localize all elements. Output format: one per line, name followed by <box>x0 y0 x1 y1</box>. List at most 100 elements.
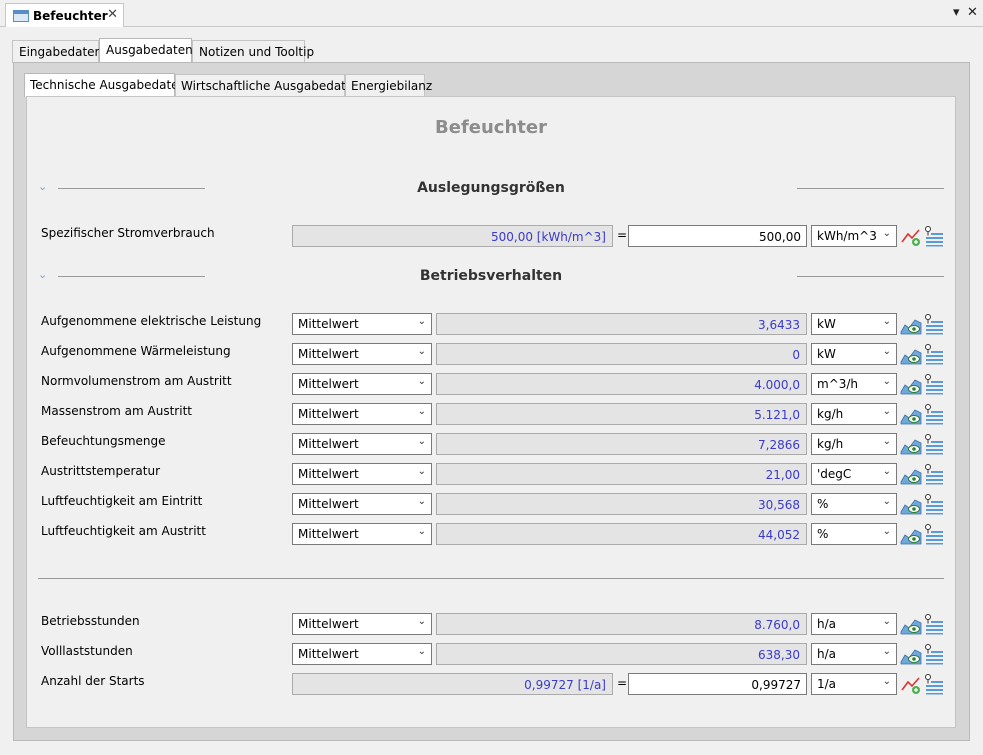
field-label: Befeuchtungsmenge <box>41 434 166 448</box>
field-label: Luftfeuchtigkeit am Eintritt <box>41 494 203 508</box>
chevron-down-icon: ⌄ <box>882 466 891 477</box>
tab-notizen-und-tooltip[interactable]: Notizen und Tooltip <box>192 40 314 63</box>
tab-ausgabedaten[interactable]: Ausgabedaten <box>99 38 193 64</box>
unit-select[interactable]: 1/a ⌄ <box>811 673 897 695</box>
mode-select[interactable]: Mittelwert ⌄ <box>292 463 432 485</box>
unit-select[interactable]: % ⌄ <box>811 493 897 515</box>
mode-select[interactable]: Mittelwert ⌄ <box>292 403 432 425</box>
unit-select[interactable]: h/a ⌄ <box>811 643 897 665</box>
computed-value: 0,99727 [1/a] <box>292 673 613 695</box>
unit-select[interactable]: kg/h ⌄ <box>811 433 897 455</box>
chevron-down-icon: ⌄ <box>882 376 891 387</box>
chart-view-icon[interactable] <box>900 433 922 455</box>
mode-select[interactable]: Mittelwert ⌄ <box>292 433 432 455</box>
computed-value: 3,6433 <box>436 313 807 335</box>
row-luftfeuchtigkeit-am-austritt: Luftfeuchtigkeit am Austritt Mittelwert ⌄ 4… <box>0 523 983 545</box>
mode-select[interactable]: Mittelwert ⌄ <box>292 343 432 365</box>
document-titlebar: Befeuchter ✕ ▾ ✕ <box>0 0 983 27</box>
chart-view-icon[interactable] <box>900 403 922 425</box>
chevron-down-icon: ⌄ <box>882 316 891 327</box>
pin-list-icon[interactable] <box>922 463 944 485</box>
chart-view-icon[interactable] <box>900 643 922 665</box>
chart-view-icon[interactable] <box>900 613 922 635</box>
pin-list-icon[interactable] <box>922 673 944 695</box>
chevron-down-icon: ⌄ <box>417 646 426 657</box>
row-austrittstemperatur: Austrittstemperatur Mittelwert ⌄ 21,00'degC… <box>0 463 983 485</box>
mode-select[interactable]: Mittelwert ⌄ <box>292 373 432 395</box>
close-window-icon[interactable]: ✕ <box>967 6 978 20</box>
mode-select-value: Mittelwert <box>298 647 359 661</box>
pin-list-icon[interactable] <box>922 493 944 515</box>
tab-technische-ausgabedaten[interactable]: Technische Ausgabedaten <box>24 73 186 97</box>
mode-select[interactable]: Mittelwert ⌄ <box>292 493 432 515</box>
pin-list-icon[interactable] <box>922 373 944 395</box>
pin-list-icon[interactable] <box>922 433 944 455</box>
document-tab-title: Befeuchter <box>33 8 108 23</box>
pin-list-icon[interactable] <box>922 613 944 635</box>
chevron-down-icon: ⌄ <box>882 616 891 627</box>
row-volllaststunden: Volllaststunden Mittelwert ⌄ 638,30 h/a ⌄ <box>0 643 983 665</box>
unit-select-value: h/a <box>817 617 837 631</box>
close-tab-icon[interactable]: ✕ <box>107 7 118 22</box>
section-auslegungsgroessen: ⌄ Auslegungsgrößen <box>26 180 956 200</box>
field-label: Austrittstemperatur <box>41 464 161 478</box>
equals-sign: = <box>617 228 628 242</box>
mode-select-value: Mittelwert <box>298 437 359 451</box>
mode-select[interactable]: Mittelwert ⌄ <box>292 613 432 635</box>
computed-value: 30,568 <box>436 493 807 515</box>
unit-select[interactable]: kg/h ⌄ <box>811 403 897 425</box>
pin-list-icon[interactable] <box>922 403 944 425</box>
chart-view-icon[interactable] <box>900 373 922 395</box>
computed-value: 4.000,0 <box>436 373 807 395</box>
chart-view-icon[interactable] <box>900 463 922 485</box>
chevron-down-icon: ⌄ <box>417 526 426 537</box>
chart-add-icon[interactable] <box>900 673 922 695</box>
chevron-down-icon: ⌄ <box>417 316 426 327</box>
chart-view-icon[interactable] <box>900 343 922 365</box>
section-line-right <box>797 276 944 277</box>
mode-select[interactable]: Mittelwert ⌄ <box>292 523 432 545</box>
chart-add-icon[interactable] <box>900 225 922 247</box>
unit-select[interactable]: kW ⌄ <box>811 313 897 335</box>
unit-select-value: kg/h <box>817 407 844 421</box>
row-spezifischer-stromverbrauch: Spezifischer Stromverbrauch 500,00 [kWh/… <box>0 225 983 247</box>
page-title: Befeuchter <box>435 117 547 138</box>
tab-eingabedaten[interactable]: Eingabedaten <box>12 40 102 63</box>
chart-view-icon[interactable] <box>900 493 922 515</box>
chevron-down-icon: ⌄ <box>882 526 891 537</box>
field-label: Aufgenommene Wärmeleistung <box>41 344 231 358</box>
document-tab[interactable]: Befeuchter ✕ <box>5 3 124 27</box>
pin-list-icon[interactable] <box>922 343 944 365</box>
field-label: Volllaststunden <box>41 644 133 658</box>
tab-energiebilanz[interactable]: Energiebilanz <box>345 74 432 96</box>
pin-list-icon[interactable] <box>922 313 944 335</box>
pin-list-icon[interactable] <box>922 523 944 545</box>
unit-select-value: kWh/m^3 <box>817 229 877 243</box>
tab-wirtschaftliche-ausgabedaten[interactable]: Wirtschaftliche Ausgabedaten <box>175 74 361 96</box>
chevron-down-icon: ⌄ <box>417 436 426 447</box>
unit-select-value: 1/a <box>817 677 837 691</box>
unit-select[interactable]: kWh/m^3 ⌄ <box>811 225 897 247</box>
unit-select-value: h/a <box>817 647 837 661</box>
chevron-down-icon: ⌄ <box>882 496 891 507</box>
chart-view-icon[interactable] <box>900 313 922 335</box>
computed-value: 44,052 <box>436 523 807 545</box>
unit-select[interactable]: 'degC ⌄ <box>811 463 897 485</box>
chevron-down-icon: ⌄ <box>882 406 891 417</box>
unit-select[interactable]: % ⌄ <box>811 523 897 545</box>
window-icon <box>13 9 29 22</box>
chart-view-icon[interactable] <box>900 523 922 545</box>
pin-list-icon[interactable] <box>922 643 944 665</box>
value-input[interactable]: 500,00 <box>628 225 807 247</box>
pin-list-icon[interactable] <box>922 225 944 247</box>
mode-select[interactable]: Mittelwert ⌄ <box>292 313 432 335</box>
unit-select[interactable]: h/a ⌄ <box>811 613 897 635</box>
value-input[interactable]: 0,99727 <box>628 673 807 695</box>
mode-select[interactable]: Mittelwert ⌄ <box>292 643 432 665</box>
unit-select[interactable]: kW ⌄ <box>811 343 897 365</box>
field-label: Aufgenommene elektrische Leistung <box>41 314 262 328</box>
chevron-down-icon: ⌄ <box>882 646 891 657</box>
unit-select-value: % <box>817 527 829 541</box>
dropdown-icon[interactable]: ▾ <box>953 6 960 20</box>
unit-select[interactable]: m^3/h ⌄ <box>811 373 897 395</box>
